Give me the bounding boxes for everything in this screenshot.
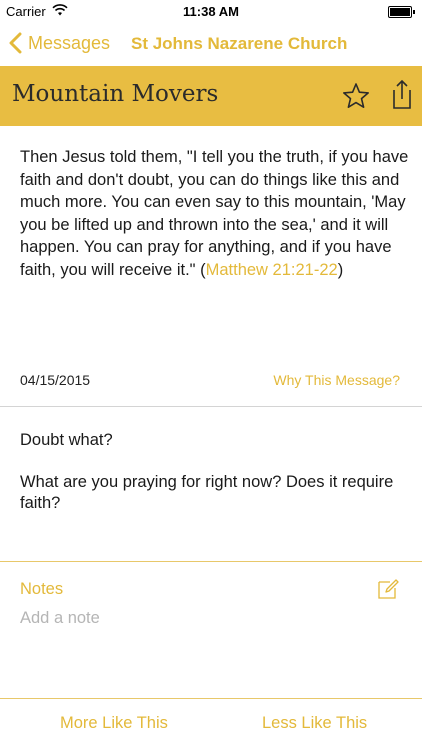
nav-title: St Johns Nazarene Church	[131, 34, 348, 53]
message-title-bar: Mountain Movers	[0, 66, 422, 126]
status-time: 11:38 AM	[183, 4, 239, 19]
star-icon[interactable]	[342, 82, 370, 110]
back-button[interactable]: Messages	[8, 32, 110, 54]
share-icon[interactable]	[390, 78, 414, 110]
why-this-message-link[interactable]: Why This Message?	[273, 372, 400, 388]
chevron-left-icon	[9, 32, 22, 54]
nav-bar: Messages St Johns Nazarene Church	[0, 24, 422, 64]
status-bar: Carrier 11:38 AM	[0, 0, 422, 24]
divider	[0, 561, 422, 562]
question-item: What are you praying for right now? Does…	[20, 473, 394, 512]
battery-icon	[388, 6, 415, 18]
edit-note-icon[interactable]	[376, 577, 400, 601]
question-item: Doubt what?	[20, 431, 113, 449]
divider	[0, 406, 422, 407]
back-button-label: Messages	[28, 32, 111, 53]
reflection-questions: Doubt what? What are you praying for rig…	[20, 430, 412, 535]
divider	[0, 698, 422, 699]
add-note-input[interactable]	[20, 606, 360, 630]
scripture-text: Then Jesus told them, "I tell you the tr…	[20, 148, 409, 279]
message-date: 04/15/2015	[20, 372, 91, 388]
more-like-this-button[interactable]: More Like This	[60, 714, 168, 733]
message-title: Mountain Movers	[12, 81, 219, 107]
scripture-body: Then Jesus told them, "I tell you the tr…	[20, 148, 409, 279]
notes-label: Notes	[20, 580, 64, 598]
scripture-reference-link[interactable]: Matthew 21:21-22	[206, 261, 338, 279]
less-like-this-button[interactable]: Less Like This	[262, 714, 367, 733]
